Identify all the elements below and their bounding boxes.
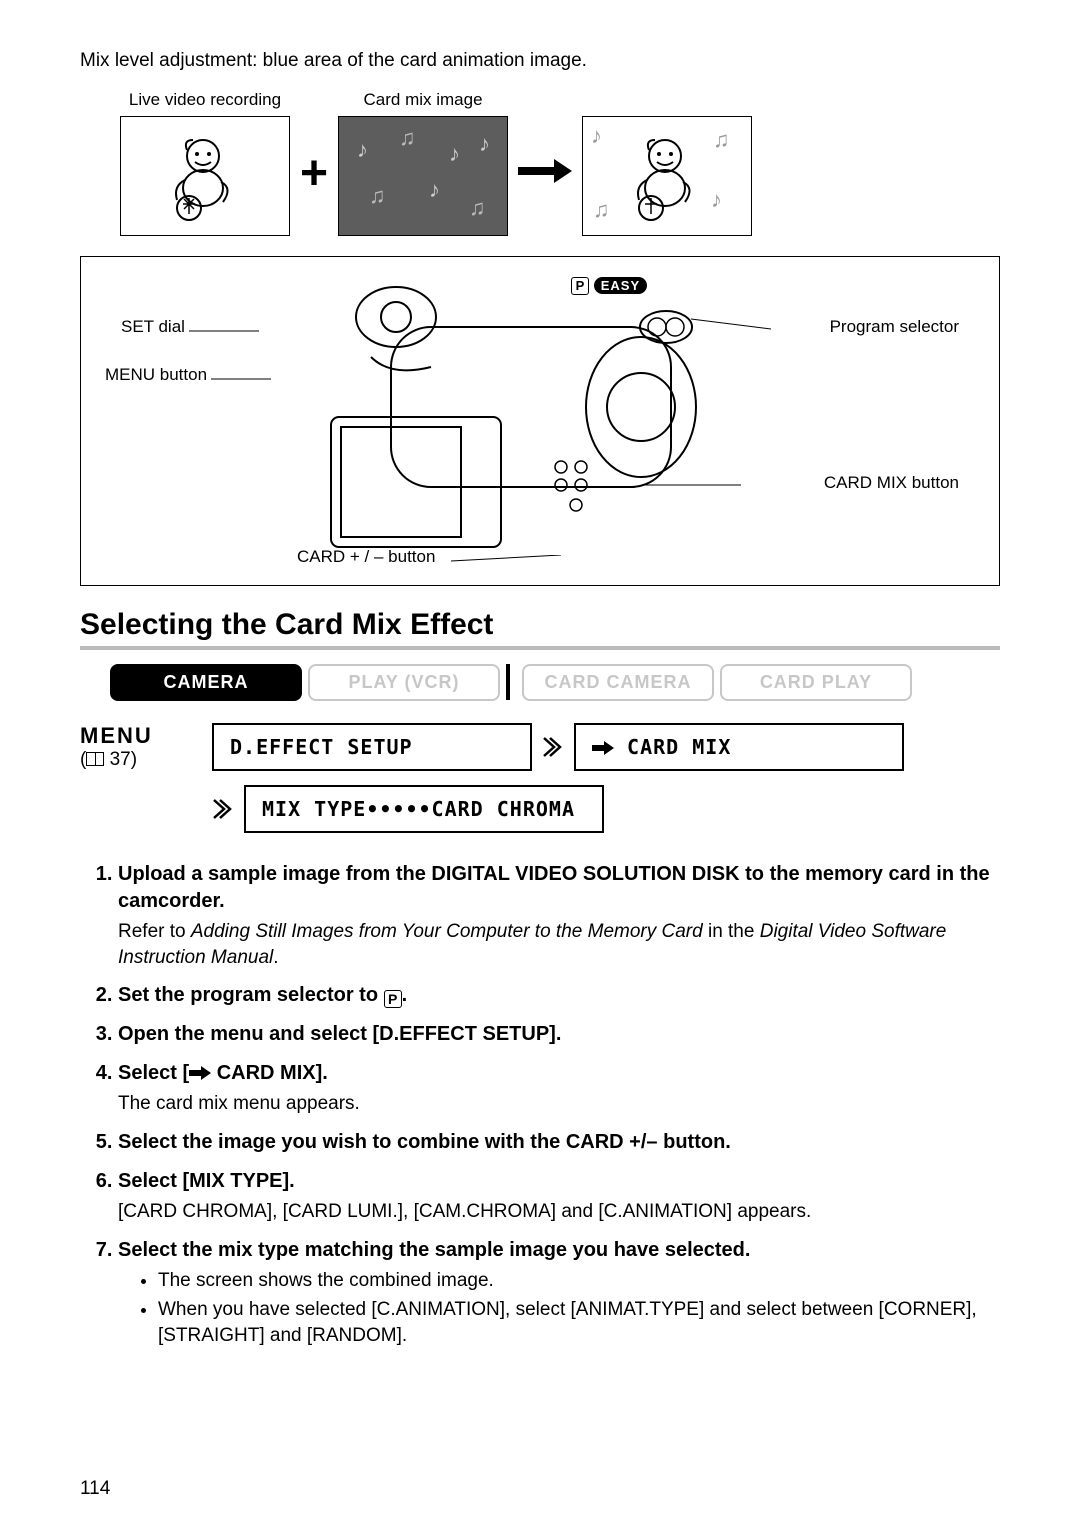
illus-card-box: ♪ ♫ ♪ ♫ ♪ ♫ ♪: [338, 116, 508, 236]
step-7-text: Select the mix type matching the sample …: [118, 1239, 750, 1261]
leader-line: [211, 373, 271, 385]
menu-ref-page: 37: [110, 749, 131, 770]
menu-box-deffect: D.EFFECT SETUP: [212, 723, 532, 771]
step-2: Set the program selector to P.: [118, 982, 1000, 1009]
mode-selector-row: CAMERA PLAY (VCR) CARD CAMERA CARD PLAY: [80, 664, 1000, 701]
section-heading: Selecting the Card Mix Effect: [80, 608, 493, 642]
illus-label-empty: [665, 90, 670, 110]
mode-camera: CAMERA: [110, 664, 302, 701]
step-2-a: Set the program selector to: [118, 984, 384, 1006]
step-5: Select the image you wish to combine wit…: [118, 1129, 1000, 1156]
label-menu-button: MENU button: [105, 365, 207, 385]
intro-text: Mix level adjustment: blue area of the c…: [80, 50, 1000, 72]
menu-box-cardmix-text: CARD MIX: [627, 735, 731, 759]
step-4-sub: The card mix menu appears.: [118, 1091, 1000, 1117]
label-set-dial: SET dial: [121, 317, 185, 337]
step-7-bullets: The screen shows the combined image. Whe…: [118, 1268, 1000, 1349]
leader-line: [451, 555, 561, 567]
step-1-text: Upload a sample image from the DIGITAL V…: [118, 863, 990, 912]
label-program-selector: Program selector: [830, 317, 959, 337]
step-1-sub-a: Refer to: [118, 921, 191, 942]
step-4-b: CARD MIX].: [211, 1062, 328, 1084]
heading-underline: [80, 646, 1000, 650]
baby-ball-notes-icon: [617, 126, 717, 226]
leader-line: [641, 479, 741, 491]
step-1-sub: Refer to Adding Still Images from Your C…: [118, 919, 1000, 970]
mode-badges: P EASY: [571, 275, 647, 295]
menu-title: MENU: [80, 723, 190, 749]
easy-badge-icon: EASY: [594, 277, 647, 294]
step-7: Select the mix type matching the sample …: [118, 1237, 1000, 1349]
steps-list: Upload a sample image from the DIGITAL V…: [80, 861, 1000, 1348]
mode-card-play: CARD PLAY: [720, 664, 912, 701]
menu-box-mixtype: MIX TYPE•••••CARD CHROMA: [244, 785, 604, 833]
book-icon: [86, 752, 104, 766]
step-6-sub: [CARD CHROMA], [CARD LUMI.], [CAM.CHROMA…: [118, 1199, 1000, 1225]
menu-path-arrow-icon: [542, 736, 564, 758]
leader-line: [691, 313, 771, 333]
illus-label-card: Card mix image: [364, 90, 483, 110]
p-badge-icon: P: [571, 277, 589, 295]
arrow-right-icon: [518, 157, 572, 190]
label-card-mix-button: CARD MIX button: [824, 473, 959, 493]
p-icon: P: [384, 990, 402, 1008]
step-3: Open the menu and select [D.EFFECT SETUP…: [118, 1021, 1000, 1048]
step-4: Select [ CARD MIX]. The card mix menu ap…: [118, 1060, 1000, 1117]
bold-arrow-icon: [189, 1066, 211, 1080]
menu-path-arrow-icon: [212, 798, 234, 820]
menu-ref: ( 37): [80, 749, 190, 771]
baby-ball-icon: [155, 126, 255, 226]
step-6-text: Select [MIX TYPE].: [118, 1170, 295, 1192]
step-1: Upload a sample image from the DIGITAL V…: [118, 861, 1000, 970]
step-2-b: .: [402, 984, 408, 1006]
camcorder-icon: [241, 267, 761, 577]
menu-box-cardmix: CARD MIX: [574, 723, 904, 771]
camcorder-diagram: SET dial MENU button CARD + / – button P…: [80, 256, 1000, 586]
illus-result-box: ♪ ♫ ♪ ♫: [582, 116, 752, 236]
step-6: Select [MIX TYPE]. [CARD CHROMA], [CARD …: [118, 1168, 1000, 1225]
step-1-sub-i1: Adding Still Images from Your Computer t…: [191, 921, 703, 942]
mode-separator: [506, 664, 516, 700]
mode-play-vcr: PLAY (VCR): [308, 664, 500, 701]
label-card-pm: CARD + / – button: [297, 547, 435, 567]
plus-icon: +: [300, 146, 328, 201]
illus-live-box: [120, 116, 290, 236]
step-4-a: Select [: [118, 1062, 189, 1084]
illus-label-live: Live video recording: [129, 90, 281, 110]
mode-card-camera: CARD CAMERA: [522, 664, 714, 701]
step-7-bullet-2: When you have selected [C.ANIMATION], se…: [158, 1297, 1000, 1348]
step-1-sub-b: in the: [703, 921, 760, 942]
step-1-sub-c: .: [273, 947, 278, 968]
step-7-bullet-1: The screen shows the combined image.: [158, 1268, 1000, 1294]
leader-line: [189, 325, 259, 337]
page-number: 114: [80, 1478, 110, 1500]
menu-path-block: MENU ( 37) D.EFFECT SETUP CARD MIX: [80, 723, 1000, 771]
bold-arrow-icon: [592, 741, 614, 755]
menu-path-row2: MIX TYPE•••••CARD CHROMA: [212, 785, 1000, 833]
mix-illustration-row: Live video recording + Card mix image ♪ …: [80, 90, 1000, 236]
